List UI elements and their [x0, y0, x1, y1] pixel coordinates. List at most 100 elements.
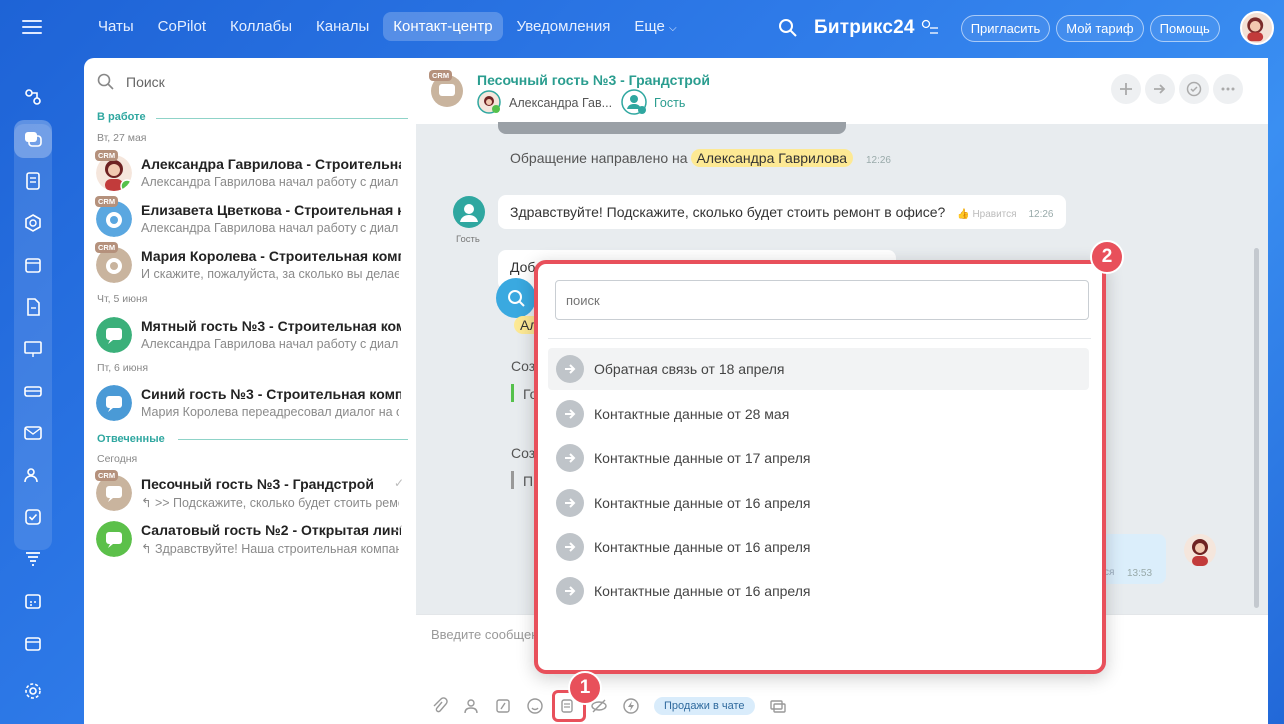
paperclip-icon[interactable] [430, 697, 448, 715]
search-icon [97, 73, 114, 90]
copilot-icon[interactable] [496, 278, 536, 318]
user-icon[interactable] [462, 697, 480, 715]
tab-contact-center[interactable]: Контакт-центр [383, 12, 503, 41]
sales-in-chat-button[interactable]: Продажи в чате [654, 697, 755, 715]
message-time: 13:53 [1127, 568, 1153, 579]
sidebar-item-tasks[interactable] [14, 498, 52, 536]
sidebar-item-groups[interactable] [14, 456, 52, 494]
menu-icon[interactable] [16, 16, 48, 40]
quote-bar [511, 471, 514, 489]
chat-item[interactable]: CRM Мария Королева - Строительная компан… [84, 242, 416, 288]
sidebar-item-feed[interactable] [14, 162, 52, 200]
arrow-right-icon [556, 577, 584, 605]
quick-answer-item[interactable]: Обратная связь от 18 апреля [548, 348, 1089, 390]
mention[interactable]: Александра Гаврилова [690, 149, 854, 167]
chat-item[interactable]: CRM Елизавета Цветкова - Строительная ко… [84, 196, 416, 242]
sidebar-item-docs[interactable] [14, 288, 52, 326]
sidebar-item-calendar[interactable] [14, 246, 52, 284]
sidebar-item-schedule[interactable] [14, 582, 52, 620]
like-label: Нравится [972, 209, 1017, 220]
slash-command-icon[interactable] [494, 697, 512, 715]
chat-title[interactable]: Песочный гость №3 - Грандстрой [477, 72, 710, 88]
user-avatar[interactable] [1239, 11, 1274, 45]
avatar [96, 385, 132, 421]
chat-item[interactable]: Мятный гость №3 - Строительная компания … [84, 312, 416, 358]
presentation-icon [24, 341, 42, 357]
chat-item[interactable]: Салатовый гость №2 - Открытая линия ↰ Зд… [84, 516, 416, 562]
system-message: Обращение направлено на Александра Гаврил… [510, 149, 891, 167]
more-button[interactable] [1213, 74, 1243, 104]
message-time: 12:26 [1028, 209, 1054, 220]
step-badge-1: 1 [568, 671, 602, 705]
quick-answer-item[interactable]: Контактные данные от 28 мая [548, 393, 1089, 435]
operator-avatar [1184, 534, 1216, 566]
chat-name: Салатовый гость №2 - Открытая линия [141, 522, 401, 538]
date-label: Пт, 6 июня [97, 362, 149, 374]
sidebar-item-flows[interactable] [14, 78, 52, 116]
scrollbar[interactable] [1254, 248, 1259, 608]
operator-name[interactable]: Александра Гав... [509, 96, 612, 110]
section-answered: Отвеченные [97, 433, 165, 445]
message-fragment [498, 122, 846, 134]
quick-answer-item[interactable]: Контактные данные от 17 апреля [548, 437, 1089, 479]
sidebar-item-crm[interactable] [14, 204, 52, 242]
read-check-icon: ✓ [393, 476, 404, 490]
sidebar-item-mail[interactable] [14, 414, 52, 452]
tab-copilot[interactable]: CoPilot [148, 12, 216, 41]
tab-collabs[interactable]: Коллабы [220, 12, 302, 41]
sidebar-item-filters[interactable] [14, 540, 52, 578]
sender-label: Гость [456, 234, 480, 245]
chat-search-input[interactable]: Поиск [126, 74, 165, 90]
chat-item[interactable]: CRM Песочный гость №3 - Грандстрой ↰ >> … [84, 470, 416, 516]
add-button[interactable] [1111, 74, 1141, 104]
arrow-right-icon [556, 444, 584, 472]
arrow-right-icon [556, 400, 584, 428]
sidebar-item-presentation[interactable] [14, 330, 52, 368]
sidebar-item-settings[interactable] [14, 672, 52, 710]
quick-answer-item[interactable]: Контактные данные от 16 апреля [548, 482, 1089, 524]
system-text: Обращение направлено на [510, 150, 688, 166]
crm-badge: CRM [95, 196, 119, 207]
arrow-right-icon [556, 355, 584, 383]
guest-label[interactable]: Гость [654, 96, 685, 110]
tab-notifications[interactable]: Уведомления [507, 12, 621, 41]
more-dots-icon [1221, 87, 1235, 91]
tariff-button[interactable]: Мой тариф [1056, 14, 1144, 42]
finish-button[interactable] [1179, 74, 1209, 104]
tab-more[interactable]: Еще ⌵ [624, 12, 686, 41]
help-button[interactable]: Помощь [1149, 14, 1220, 42]
crm-badge: CRM [95, 150, 119, 161]
quote-text: П [523, 473, 534, 489]
gear-icon [25, 683, 41, 699]
check-circle-icon [1186, 81, 1202, 97]
chat-name: Мятный гость №3 - Строительная компания [141, 318, 401, 334]
message-time: 12:26 [865, 155, 891, 166]
like-button[interactable]: 👍 Нравится [957, 209, 1016, 220]
document-icon [26, 172, 40, 190]
lightning-icon[interactable] [622, 697, 640, 715]
top-bar: Чаты CoPilot Коллабы Каналы Контакт-цент… [0, 0, 1284, 58]
clock-settings-icon[interactable] [921, 19, 939, 37]
tab-chats[interactable]: Чаты [88, 12, 144, 41]
hexagon-icon [25, 214, 41, 232]
screen-share-icon[interactable] [769, 697, 787, 715]
invite-button[interactable]: Пригласить [960, 14, 1051, 42]
tab-channels[interactable]: Каналы [306, 12, 379, 41]
forward-button[interactable] [1145, 74, 1175, 104]
quick-answer-item[interactable]: Контактные данные от 16 апреля [548, 526, 1089, 568]
sidebar-item-storage[interactable] [14, 372, 52, 410]
crm-badge: CRM [95, 242, 119, 253]
divider [178, 439, 408, 440]
quick-answer-item[interactable]: Контактные данные от 16 апреля [548, 570, 1089, 612]
chat-preview: И скажите, пожалуйста, за сколько вы дел… [141, 267, 399, 281]
smile-icon[interactable] [526, 697, 544, 715]
sidebar-item-messenger[interactable] [14, 120, 52, 158]
popup-search-input[interactable] [555, 280, 1089, 320]
sidebar-item-store[interactable] [14, 624, 52, 662]
chat-search[interactable]: Поиск [96, 72, 165, 92]
chat-item[interactable]: CRM Александра Гаврилова - Строительная … [84, 150, 416, 196]
chat-item[interactable]: Синий гость №3 - Строительная компания М… [84, 380, 416, 426]
search-icon[interactable] [776, 16, 800, 40]
logo-text: Битрикс24 [814, 17, 915, 38]
guest-avatar [621, 89, 647, 115]
